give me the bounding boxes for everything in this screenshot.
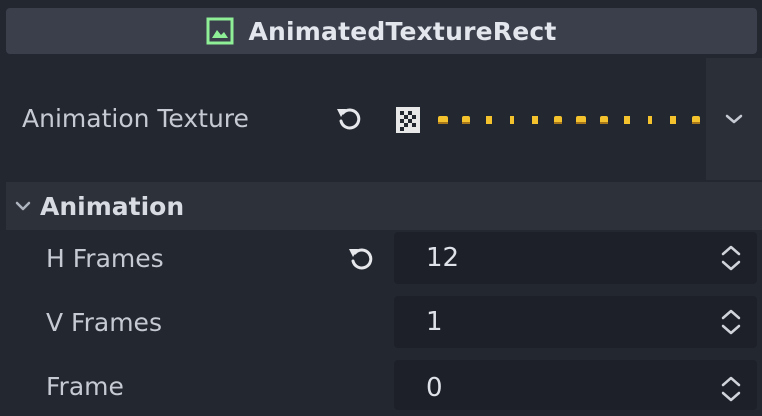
- chevron-down-icon: [725, 114, 743, 124]
- property-row-animation-texture: Animation Texture: [0, 58, 762, 180]
- texture-dropdown-button[interactable]: [706, 58, 762, 180]
- spinbox-value[interactable]: 1: [426, 296, 443, 348]
- node-header: AnimatedTextureRect: [6, 8, 757, 54]
- section-animation[interactable]: Animation: [6, 182, 762, 230]
- texture-preview[interactable]: [394, 102, 706, 138]
- property-label: Frame: [46, 372, 124, 401]
- spinner-arrows-icon[interactable]: [719, 307, 743, 337]
- node-title: AnimatedTextureRect: [248, 16, 557, 46]
- property-label: V Frames: [46, 308, 162, 337]
- property-label: H Frames: [46, 244, 164, 273]
- property-row-frame: Frame 0: [0, 358, 762, 410]
- spinner-arrows-icon[interactable]: [719, 374, 743, 404]
- property-row-v-frames: V Frames 1: [0, 294, 762, 352]
- frame-spinbox[interactable]: 0: [394, 360, 757, 410]
- frame-sprites: [438, 116, 700, 124]
- section-title: Animation: [40, 191, 185, 221]
- revert-icon[interactable]: [333, 104, 363, 134]
- spinner-arrows-icon[interactable]: [719, 243, 743, 273]
- texture-strip: [396, 107, 700, 133]
- revert-icon[interactable]: [345, 244, 375, 274]
- property-row-h-frames: H Frames 12: [0, 230, 762, 288]
- property-label: Animation Texture: [22, 104, 249, 133]
- h-frames-spinbox[interactable]: 12: [394, 232, 757, 284]
- checker-texture-icon: [396, 107, 420, 133]
- texture-rect-icon: [206, 17, 234, 45]
- spinbox-value[interactable]: 12: [426, 232, 459, 284]
- spinbox-value[interactable]: 0: [426, 360, 443, 416]
- chevron-down-icon: [15, 201, 31, 211]
- v-frames-spinbox[interactable]: 1: [394, 296, 757, 348]
